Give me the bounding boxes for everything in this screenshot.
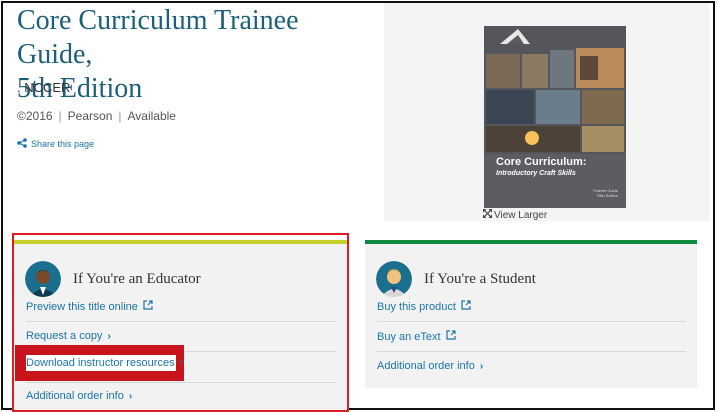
separator: | (118, 109, 122, 123)
cover-edition: Trainee Guide Fifth Edition (593, 188, 618, 198)
student-additional-order-info-link[interactable]: Additional order info › (377, 360, 483, 372)
view-larger-link[interactable]: View Larger (483, 209, 547, 221)
student-additional-order-info-label: Additional order info (377, 360, 475, 372)
publisher: Pearson (67, 109, 113, 123)
external-link-icon (461, 300, 471, 313)
page-title: Core Curriculum Trainee Guide, 5th Editi… (17, 4, 377, 106)
availability: Available (127, 109, 176, 123)
divider (377, 321, 686, 322)
expand-icon (483, 209, 492, 221)
share-link[interactable]: Share this page (17, 138, 94, 150)
book-cover[interactable]: Core Curriculum: Introductory Craft Skil… (484, 26, 626, 208)
chevron-right-icon: › (179, 357, 183, 368)
author: . NCCER (17, 80, 71, 95)
publication-meta: ©2016 | Pearson | Available (17, 109, 176, 123)
share-icon (17, 138, 27, 150)
buy-etext-link[interactable]: Buy an eText (377, 330, 456, 343)
cover-edition-line-2: Fifth Edition (596, 193, 618, 198)
chevron-right-icon: › (479, 360, 484, 372)
separator: | (58, 109, 62, 123)
title-line-1: Core Curriculum Trainee Guide, (17, 5, 299, 70)
cover-photo-collage (484, 26, 626, 208)
divider (377, 351, 686, 352)
download-instructor-resources-label: Download instructor resources (26, 357, 175, 369)
external-link-icon (445, 330, 456, 343)
educator-highlight-box (12, 233, 349, 412)
student-card: If You're a Student Buy this product Buy… (365, 240, 697, 388)
student-card-header: If You're a Student (376, 261, 536, 297)
copyright-year: ©2016 (17, 109, 53, 123)
download-instructor-resources-link[interactable]: Download instructor resources › (26, 357, 183, 369)
student-avatar-icon (376, 261, 412, 297)
student-heading: If You're a Student (424, 270, 536, 287)
cover-subtitle: Introductory Craft Skills (496, 170, 576, 177)
buy-product-label: Buy this product (377, 300, 456, 313)
share-label: Share this page (31, 139, 95, 149)
view-larger-label: View Larger (494, 209, 548, 221)
cover-title: Core Curriculum: (496, 156, 587, 168)
buy-product-link[interactable]: Buy this product (377, 300, 471, 313)
buy-etext-label: Buy an eText (377, 330, 441, 343)
